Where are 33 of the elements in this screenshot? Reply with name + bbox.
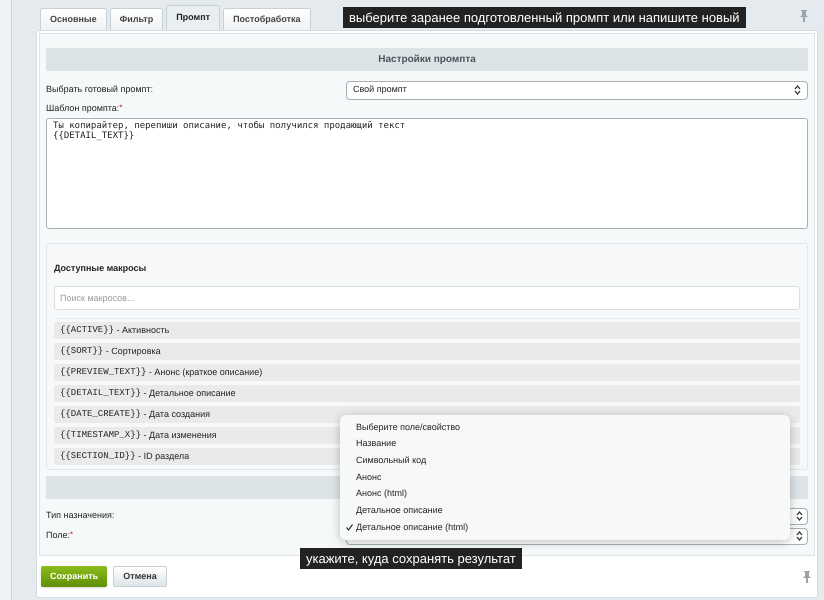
field-label: Поле: — [46, 529, 70, 542]
required-mark: * — [119, 102, 122, 114]
macro-item[interactable]: {{DETAIL_TEXT}} - Детальное описание — [54, 385, 800, 402]
field-label: Тип назначения: — [46, 509, 116, 522]
field-label: Шаблон промпта: — [46, 102, 120, 115]
search-field[interactable]: Поиск макросов... — [54, 286, 800, 310]
up-down-caret-icon — [794, 85, 801, 95]
field-label: Выбрать готовый промпт: — [46, 83, 154, 96]
tab[interactable]: Постобработка — [223, 8, 311, 30]
dropdown-option[interactable]: Название — [340, 436, 790, 452]
dropdown-option[interactable]: Символьный код — [340, 452, 790, 470]
macro-item[interactable]: {{PREVIEW_TEXT}} - Анонс (краткое описание) — [54, 364, 800, 381]
pin-icon[interactable] — [803, 570, 811, 582]
dropdown-option[interactable]: Анонс — [340, 469, 790, 486]
dropdown-option[interactable]: Детальное описание (html) — [340, 519, 790, 536]
cancel-button[interactable]: Отмена — [113, 566, 167, 587]
prompt-select[interactable]: Свой промпт — [346, 80, 808, 100]
hint-tooltip: выберите заранее подготовленный промпт или напишите новый — [343, 7, 746, 28]
up-down-caret-icon — [796, 531, 803, 541]
macros-title: Доступные макросы — [54, 262, 148, 275]
macro-item[interactable]: {{SORT}} - Сортировка — [54, 343, 800, 360]
hint-tooltip: укажите, куда сохранять результат — [300, 548, 522, 569]
tab[interactable]: Промпт — [166, 5, 220, 30]
tab[interactable]: Фильтр — [110, 8, 164, 30]
pin-icon[interactable] — [800, 10, 808, 22]
section-header: Настройки промпта — [46, 48, 808, 71]
dropdown-option[interactable]: Детальное описание — [340, 502, 790, 520]
tab[interactable]: Основные — [40, 8, 107, 30]
dropdown-option[interactable]: Анонс (html) — [340, 486, 790, 502]
prompt-textarea[interactable]: Ты копирайтер, перепиши описание, чтобы получился продающий текст {{DETAIL_TEXT}} — [46, 118, 808, 228]
required-mark: * — [70, 529, 74, 542]
up-down-caret-icon — [796, 511, 803, 521]
macro-item[interactable]: {{ACTIVE}} - Активность — [54, 322, 800, 339]
